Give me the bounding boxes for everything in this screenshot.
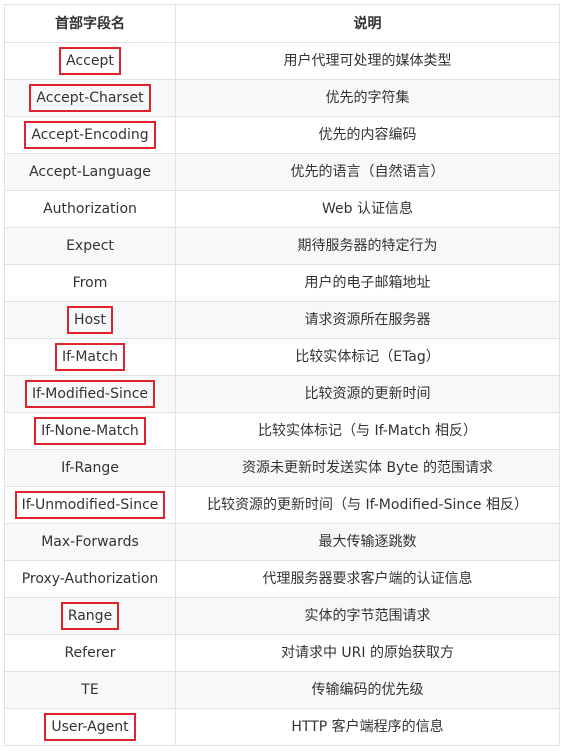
field-name-cell: Host — [4, 301, 176, 339]
table-row: Referer 对请求中 URI 的原始获取方 — [4, 634, 560, 672]
table-row: Accept 用户代理可处理的媒体类型 — [4, 42, 560, 80]
field-name-cell: If-Match — [4, 338, 176, 376]
field-name-cell: If-Modified-Since — [4, 375, 176, 413]
table-row: Accept-Language 优先的语言（自然语言） — [4, 153, 560, 191]
table-row: If-Unmodified-Since 比较资源的更新时间（与 If-Modifi… — [4, 486, 560, 524]
field-name-cell: Authorization — [4, 190, 176, 228]
highlighted-field-name: Host — [67, 306, 113, 334]
field-name-cell: Referer — [4, 634, 176, 672]
field-name-cell: User-Agent — [4, 708, 176, 746]
table-body: Accept 用户代理可处理的媒体类型 Accept-Charset 优先的字符集 Ac… — [4, 42, 560, 746]
field-name: From — [72, 275, 108, 291]
field-name-cell: From — [4, 264, 176, 302]
field-name-cell: TE — [4, 671, 176, 709]
table-row: If-Range 资源未更新时发送实体 Byte 的范围请求 — [4, 449, 560, 487]
highlighted-field-name: User-Agent — [44, 713, 136, 741]
field-name-cell: If-Unmodified-Since — [4, 486, 176, 524]
description-cell: 优先的语言（自然语言） — [175, 153, 560, 191]
request-header-table: 首部字段名 说明 Accept 用户代理可处理的媒体类型 Accept-Charse… — [4, 4, 560, 746]
highlighted-field-name: Accept — [59, 47, 121, 75]
description-cell: 比较资源的更新时间（与 If-Modified-Since 相反） — [175, 486, 560, 524]
field-name: Max-Forwards — [41, 534, 139, 550]
field-name-cell: Range — [4, 597, 176, 635]
description-cell: HTTP 客户端程序的信息 — [175, 708, 560, 746]
field-name-cell: Accept-Language — [4, 153, 176, 191]
description-cell: 用户代理可处理的媒体类型 — [175, 42, 560, 80]
description-cell: 传输编码的优先级 — [175, 671, 560, 709]
table-row: Accept-Encoding 优先的内容编码 — [4, 116, 560, 154]
header-row: 首部字段名 说明 — [4, 4, 560, 43]
table-row: Host 请求资源所在服务器 — [4, 301, 560, 339]
table-row: If-Modified-Since 比较资源的更新时间 — [4, 375, 560, 413]
description-cell: 最大传输逐跳数 — [175, 523, 560, 561]
table-row: From 用户的电子邮箱地址 — [4, 264, 560, 302]
description-cell: Web 认证信息 — [175, 190, 560, 228]
field-name-cell: Accept-Charset — [4, 79, 176, 117]
table-row: Accept-Charset 优先的字符集 — [4, 79, 560, 117]
table-row: Proxy-Authorization 代理服务器要求客户端的认证信息 — [4, 560, 560, 598]
description-cell: 比较实体标记（ETag） — [175, 338, 560, 376]
description-cell: 优先的字符集 — [175, 79, 560, 117]
highlighted-field-name: If-None-Match — [34, 417, 146, 445]
table-row: Authorization Web 认证信息 — [4, 190, 560, 228]
highlighted-field-name: If-Match — [54, 343, 126, 371]
table-row: If-Match 比较实体标记（ETag） — [4, 338, 560, 376]
table-row: Expect 期待服务器的特定行为 — [4, 227, 560, 265]
highlighted-field-name: Range — [60, 602, 120, 630]
table-row: User-Agent HTTP 客户端程序的信息 — [4, 708, 560, 746]
table-row: Range 实体的字节范围请求 — [4, 597, 560, 635]
header-description: 说明 — [175, 4, 560, 43]
field-name: Accept-Language — [29, 164, 151, 180]
table-header: 首部字段名 说明 — [4, 4, 560, 43]
field-name: Expect — [66, 238, 114, 254]
field-name: Authorization — [43, 201, 137, 217]
field-name: If-Range — [61, 460, 119, 476]
field-name: Proxy-Authorization — [21, 571, 159, 587]
description-cell: 代理服务器要求客户端的认证信息 — [175, 560, 560, 598]
description-cell: 资源未更新时发送实体 Byte 的范围请求 — [175, 449, 560, 487]
table-row: If-None-Match 比较实体标记（与 If-Match 相反） — [4, 412, 560, 450]
description-cell: 期待服务器的特定行为 — [175, 227, 560, 265]
header-field-name: 首部字段名 — [4, 4, 176, 43]
description-cell: 对请求中 URI 的原始获取方 — [175, 634, 560, 672]
highlighted-field-name: Accept-Encoding — [24, 121, 156, 149]
table-row: TE 传输编码的优先级 — [4, 671, 560, 709]
highlighted-field-name: If-Unmodified-Since — [14, 491, 166, 519]
field-name: TE — [81, 682, 99, 698]
field-name: Referer — [64, 645, 116, 661]
table-row: Max-Forwards 最大传输逐跳数 — [4, 523, 560, 561]
field-name-cell: Max-Forwards — [4, 523, 176, 561]
description-cell: 优先的内容编码 — [175, 116, 560, 154]
description-cell: 请求资源所在服务器 — [175, 301, 560, 339]
description-cell: 比较实体标记（与 If-Match 相反） — [175, 412, 560, 450]
description-cell: 实体的字节范围请求 — [175, 597, 560, 635]
field-name-cell: Accept — [4, 42, 176, 80]
highlighted-field-name: Accept-Charset — [29, 84, 151, 112]
highlighted-field-name: If-Modified-Since — [24, 380, 156, 408]
field-name-cell: Proxy-Authorization — [4, 560, 176, 598]
field-name-cell: Expect — [4, 227, 176, 265]
description-cell: 比较资源的更新时间 — [175, 375, 560, 413]
field-name-cell: If-None-Match — [4, 412, 176, 450]
description-cell: 用户的电子邮箱地址 — [175, 264, 560, 302]
field-name-cell: Accept-Encoding — [4, 116, 176, 154]
field-name-cell: If-Range — [4, 449, 176, 487]
page: 首部字段名 说明 Accept 用户代理可处理的媒体类型 Accept-Charse… — [0, 0, 563, 751]
